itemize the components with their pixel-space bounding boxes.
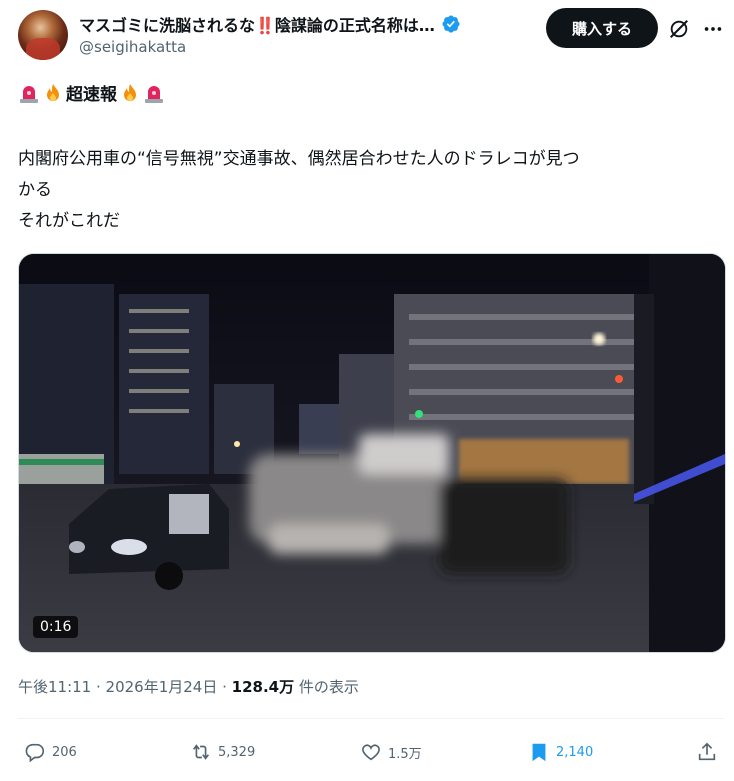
video-frame: [19, 254, 725, 652]
divider: [18, 718, 724, 719]
like-count: 1.5万: [388, 746, 422, 762]
tweet-date[interactable]: 2026年1月24日: [106, 678, 218, 696]
heart-icon: [362, 744, 380, 761]
reply-icon: [25, 743, 45, 763]
repost-count: 5,329: [218, 744, 256, 760]
views-label: 件の表示: [294, 678, 359, 696]
headline-text: 超速報: [66, 85, 117, 105]
meta-separator: ·: [91, 678, 106, 696]
verified-badge-icon: [442, 15, 460, 33]
like-button[interactable]: 1.5万: [360, 734, 422, 770]
bookmark-button[interactable]: 2,140: [528, 734, 593, 770]
fire-emoji-icon: [47, 83, 59, 101]
siren-emoji-icon: [20, 85, 38, 103]
action-bar: 206 5,329 1.5万 2,140: [0, 734, 734, 770]
repost-icon: [193, 744, 209, 760]
tweet-headline: 超速報: [18, 80, 165, 105]
views-count: 128.4万: [231, 678, 295, 696]
video-player[interactable]: 0:16: [18, 253, 726, 653]
video-duration: 0:16: [33, 616, 79, 638]
siren-emoji-icon: [145, 85, 163, 103]
author-name-line: マスゴミに洗脳されるな‼️陰謀論の正式名称は…: [79, 12, 461, 36]
reply-button[interactable]: 206: [24, 734, 77, 770]
tweet-time[interactable]: 午後11:11: [18, 678, 91, 696]
author-display-name[interactable]: マスゴミに洗脳されるな‼️陰謀論の正式名称は…: [79, 12, 435, 36]
share-button[interactable]: [696, 734, 718, 770]
bookmark-count: 2,140: [556, 744, 594, 760]
tweet-line: かる: [18, 180, 52, 200]
tweet-body: 内閣府公用車の“信号無視”交通事故、偶然居合わせた人のドラレコが見つ かる それ…: [18, 144, 718, 237]
buy-button[interactable]: 購入する: [546, 8, 658, 48]
meta-separator: ·: [217, 678, 232, 696]
tweet-meta: 午後11:11 · 2026年1月24日 · 128.4万 件の表示: [18, 676, 359, 697]
reply-count: 206: [52, 744, 77, 760]
share-icon: [698, 742, 716, 761]
fire-emoji-icon: [124, 83, 136, 101]
avatar[interactable]: [18, 10, 68, 60]
author-handle[interactable]: @seigihakatta: [79, 38, 186, 56]
repost-button[interactable]: 5,329: [190, 734, 255, 770]
more-options-icon[interactable]: [702, 18, 724, 40]
tweet-header: マスゴミに洗脳されるな‼️陰謀論の正式名称は… @seigihakatta 購入…: [0, 0, 734, 70]
tweet-line: 内閣府公用車の“信号無視”交通事故、偶然居合わせた人のドラレコが見つ: [18, 149, 580, 169]
grok-icon[interactable]: [668, 18, 690, 40]
bookmark-icon: [532, 743, 546, 762]
tweet-line: それがこれだ: [18, 211, 120, 231]
